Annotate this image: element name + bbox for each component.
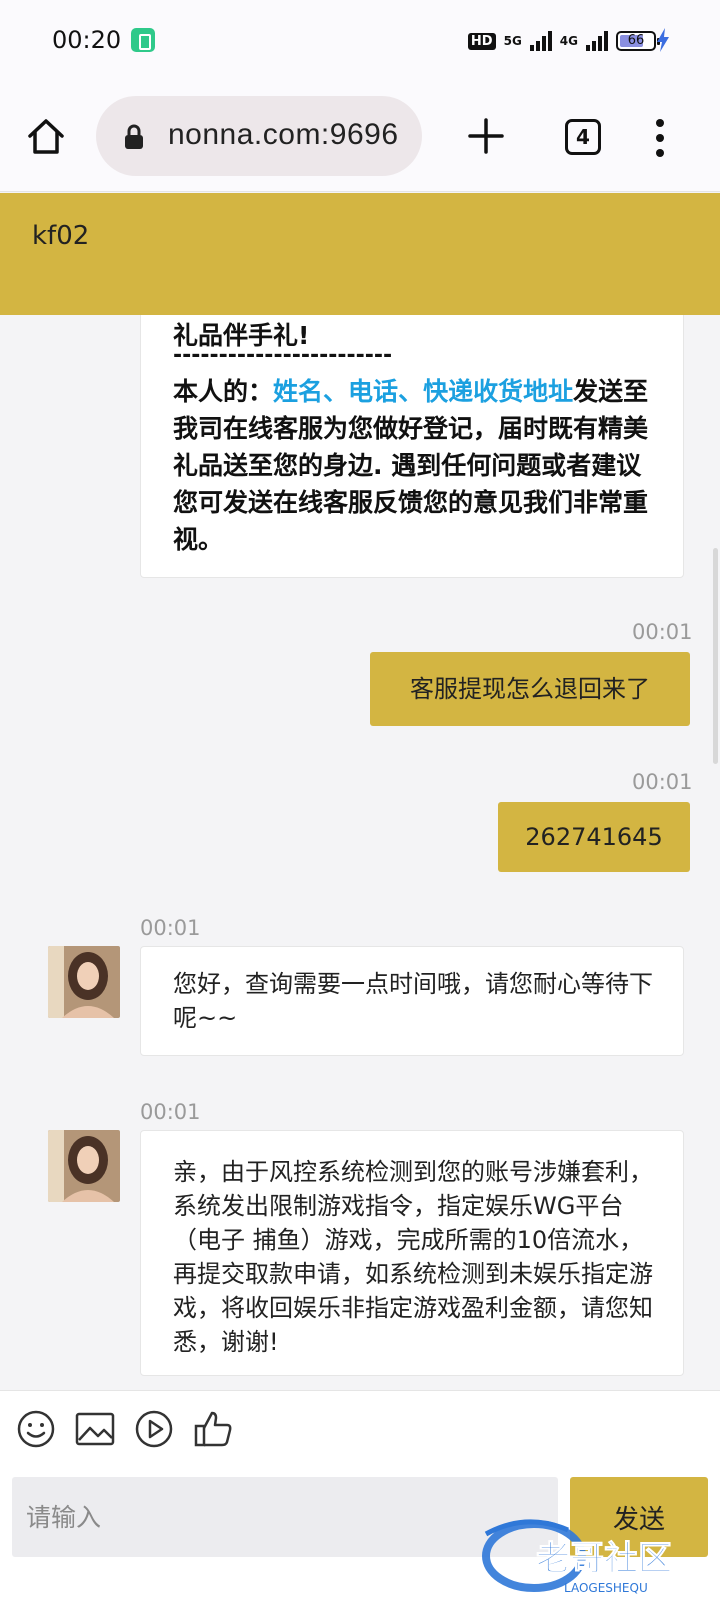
agent-message-text: 您好，查询需要一点时间哦，请您耐心等待下呢~~ xyxy=(173,970,653,1032)
network-4g-label: 4G xyxy=(559,34,578,48)
url-text: nonna.com:9696 xyxy=(168,118,399,151)
notice-field-phone: 电话 xyxy=(348,377,399,406)
network-5g-label: 5G xyxy=(503,34,522,48)
home-icon[interactable] xyxy=(26,116,66,156)
overflow-menu-icon[interactable] xyxy=(654,118,666,158)
agent-avatar xyxy=(48,946,120,1018)
chat-scrollbar[interactable] xyxy=(713,548,718,764)
status-indicators: HD 5G 4G 66 xyxy=(467,30,660,52)
message-timestamp: 00:01 xyxy=(140,916,201,940)
agent-notice-bubble: 礼品伴手礼! ------------------------ 本人的：姓名、电… xyxy=(140,290,684,578)
chat-header: kf02 xyxy=(0,193,720,315)
notice-body: 本人的：姓名、电话、快递收货地址发送至我司在线客服为您做好登记，届时既有精美礼品… xyxy=(173,373,653,558)
status-time: 00:20 xyxy=(52,26,122,54)
notice-sep-2: 、 xyxy=(398,377,424,406)
watermark-text: 老哥社区 xyxy=(536,1539,672,1579)
battery-saver-icon xyxy=(131,28,155,52)
chat-title: kf02 xyxy=(32,221,90,251)
watermark-subtext: LAOGESHEQU xyxy=(564,1581,648,1595)
notice-separator: ------------------------ xyxy=(173,343,393,368)
agent-message-bubble: 您好，查询需要一点时间哦，请您耐心等待下呢~~ xyxy=(140,946,684,1056)
message-timestamp: 00:01 xyxy=(632,620,693,644)
battery-level: 66 xyxy=(627,33,645,48)
notice-field-address: 快递收货地址 xyxy=(423,377,574,406)
tab-switcher-button[interactable]: 4 xyxy=(565,119,601,155)
notice-field-name: 姓名 xyxy=(273,377,324,406)
agent-message-bubble: 亲，由于风控系统检测到您的账号涉嫌套利，系统发出限制游戏指令，指定娱乐WG平台（… xyxy=(140,1130,684,1376)
agent-avatar xyxy=(48,1130,120,1202)
video-icon[interactable] xyxy=(134,1409,174,1449)
status-bar: 00:20 HD 5G 4G 66 xyxy=(0,0,720,82)
message-timestamp: 00:01 xyxy=(140,1100,201,1124)
address-bar[interactable]: nonna.com:9696 xyxy=(96,96,422,176)
image-icon[interactable] xyxy=(75,1409,115,1449)
agent-message-text: 亲，由于风控系统检测到您的账号涉嫌套利，系统发出限制游戏指令，指定娱乐WG平台（… xyxy=(173,1158,653,1356)
notice-prefix: 本人的： xyxy=(173,377,274,406)
hd-voice-icon: HD xyxy=(467,32,496,50)
thumbs-up-icon[interactable] xyxy=(193,1409,233,1449)
signal-5g-icon xyxy=(529,31,552,51)
signal-4g-icon xyxy=(586,31,608,51)
my-message-bubble: 262741645 xyxy=(498,802,690,872)
new-tab-icon[interactable] xyxy=(466,116,506,156)
my-message-bubble: 客服提现怎么退回来了 xyxy=(370,652,690,726)
message-timestamp: 00:01 xyxy=(632,770,693,794)
browser-toolbar: nonna.com:9696 4 xyxy=(0,82,720,192)
watermark-logo: 老哥社区 LAOGESHEQU xyxy=(482,1519,673,1595)
lock-icon xyxy=(125,124,143,149)
notice-sep-1: 、 xyxy=(323,377,349,406)
battery-icon: 66 xyxy=(616,31,660,51)
charging-bolt-icon xyxy=(657,28,669,52)
emoji-icon[interactable] xyxy=(16,1409,56,1449)
